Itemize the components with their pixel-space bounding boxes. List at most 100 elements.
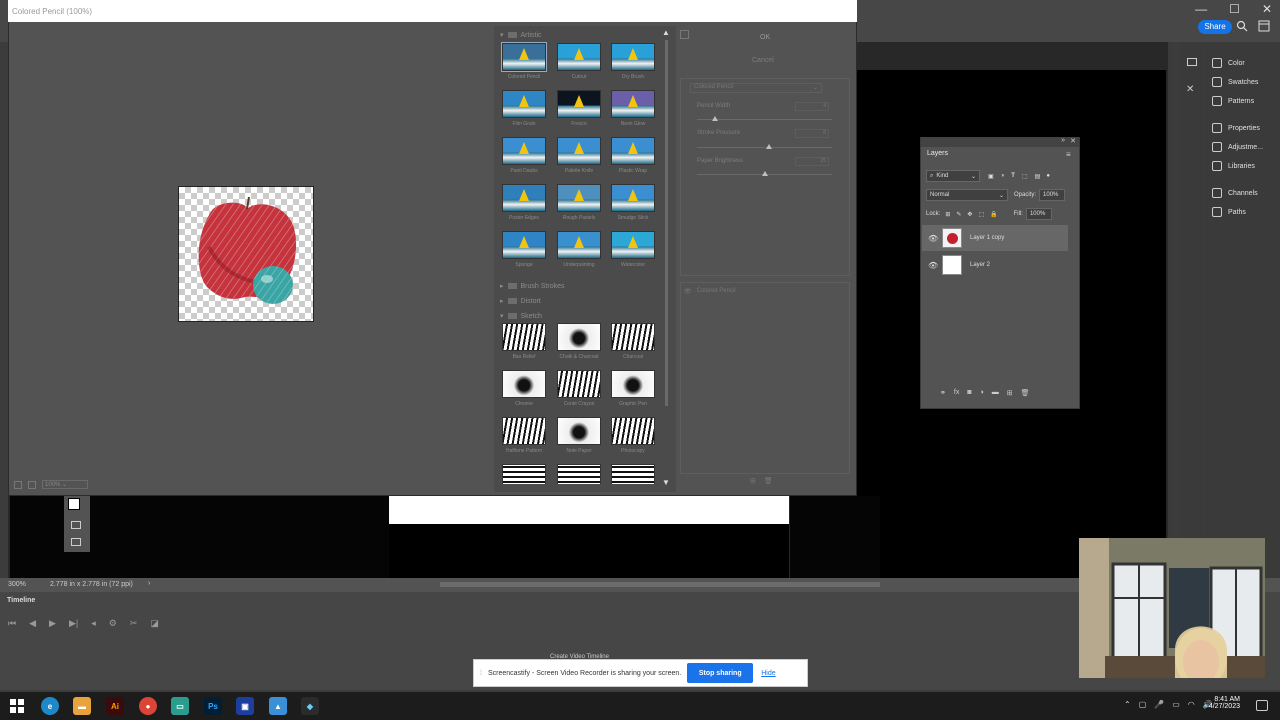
hide-link[interactable]: Hide — [761, 670, 775, 677]
lock-position-icon[interactable]: ✥ — [967, 211, 972, 218]
eye-icon[interactable]: 👁 — [928, 261, 938, 270]
stroke-pressure-field[interactable]: 8 — [795, 129, 829, 138]
panel-swatches[interactable]: Swatches — [1212, 77, 1258, 87]
camera-icon[interactable]: ▢ — [1139, 700, 1147, 709]
eye-icon[interactable]: 👁 — [684, 288, 692, 295]
filter-thumbnail[interactable]: Rough Pastels — [557, 184, 601, 226]
minimize-icon[interactable]: — — [1195, 2, 1207, 16]
filter-thumbnail[interactable]: Poster Edges — [502, 184, 546, 226]
file-explorer-icon[interactable]: ▬ — [73, 697, 91, 715]
filter-thumbnail[interactable] — [502, 464, 546, 484]
filter-thumbnail[interactable]: Smudge Stick — [611, 184, 655, 226]
filter-shape-icon[interactable]: ⬚ — [1022, 173, 1028, 180]
stroke-pressure-track[interactable] — [697, 147, 832, 148]
horizontal-scrollbar[interactable] — [440, 582, 880, 587]
maximize-icon[interactable]: ☐ — [1229, 2, 1240, 16]
fx-icon[interactable]: fx — [954, 389, 959, 397]
filter-thumbnail[interactable]: Photocopy — [611, 417, 655, 459]
edge-icon[interactable]: e — [41, 697, 59, 715]
right-scrollbar[interactable] — [1168, 42, 1172, 578]
adjustment-layer-icon[interactable]: ◑ — [980, 389, 984, 397]
panel-paths[interactable]: Paths — [1212, 207, 1246, 217]
next-frame-icon[interactable]: ▶| — [69, 618, 78, 629]
battery-icon[interactable]: ▭ — [1172, 700, 1180, 709]
search-icon[interactable] — [1236, 20, 1248, 32]
collapse-icon[interactable]: » — [1061, 137, 1065, 144]
filter-thumbnail[interactable]: Chrome — [502, 370, 546, 412]
layers-panel-header[interactable]: » ✕ — [921, 137, 1079, 147]
wifi-icon[interactable]: ◠ — [1188, 700, 1195, 709]
ok-button[interactable]: OK — [760, 34, 784, 41]
status-arrow-icon[interactable]: › — [148, 580, 150, 587]
chevron-up-icon[interactable]: ⌃ — [1124, 700, 1131, 709]
zoom-select[interactable]: 100% ⌄ — [42, 480, 88, 489]
play-icon[interactable]: ▶ — [49, 618, 56, 629]
panel-menu-icon[interactable]: ≡ — [1066, 150, 1071, 159]
blend-mode-select[interactable]: Normal ⌄ — [926, 189, 1008, 201]
collapse-gallery-button[interactable] — [680, 30, 689, 39]
delete-effect-icon[interactable]: 🗑 — [764, 477, 773, 485]
filter-select[interactable]: Colored Pencil ⌄ — [690, 83, 822, 93]
filter-thumbnail[interactable]: Film Grain — [502, 90, 546, 132]
filter-thumbnail[interactable] — [557, 464, 601, 484]
prev-frame-icon[interactable]: ◀ — [29, 618, 36, 629]
screen-mode-icon[interactable] — [71, 538, 81, 546]
new-layer-icon[interactable]: ⊞ — [1007, 389, 1013, 397]
filter-thumbnail[interactable]: Paint Daubs — [502, 137, 546, 179]
preview-canvas[interactable] — [178, 186, 314, 322]
zoom-out-button[interactable] — [14, 480, 22, 489]
panel-close-icon[interactable]: ✕ — [1070, 137, 1076, 145]
audio-icon[interactable]: ◂ — [91, 618, 96, 629]
filter-thumbnail[interactable]: Neon Glow — [611, 90, 655, 132]
filter-thumbnail[interactable]: Conté Crayon — [557, 370, 601, 412]
filter-thumbnail[interactable]: Graphic Pen — [611, 370, 655, 412]
fill-field[interactable]: 100% — [1025, 208, 1052, 220]
filter-thumbnail[interactable]: Note Paper — [557, 417, 601, 459]
panel-color[interactable]: Color — [1212, 58, 1245, 68]
filter-thumbnail[interactable]: Colored Pencil — [501, 42, 547, 85]
panel-channels[interactable]: Channels — [1212, 188, 1258, 198]
scroll-down-icon[interactable]: ▼ — [662, 478, 670, 487]
layer-row[interactable]: 👁 Layer 1 copy — [922, 225, 1068, 251]
filter-adjustment-icon[interactable]: ◑ — [1001, 173, 1005, 179]
photoshop-icon[interactable]: Ps — [204, 697, 222, 715]
filter-pixel-icon[interactable]: ▣ — [988, 173, 994, 180]
filter-type-icon[interactable]: T — [1011, 173, 1015, 179]
stop-sharing-button[interactable]: Stop sharing — [687, 663, 754, 683]
paper-brightness-knob[interactable] — [761, 171, 768, 176]
quick-mask-icon[interactable] — [71, 521, 81, 529]
panel-adjustments[interactable]: Adjustme... — [1212, 142, 1263, 152]
panel-libraries[interactable]: Libraries — [1212, 161, 1255, 171]
opacity-field[interactable]: 100% — [1039, 189, 1066, 201]
filter-thumbnail[interactable]: Underpainting — [557, 231, 601, 273]
cancel-button[interactable]: Cancel — [752, 57, 782, 64]
filter-thumbnail[interactable]: Fresco — [557, 90, 601, 132]
lock-all-icon[interactable]: 🔒 — [990, 211, 997, 218]
gallery-scrollbar[interactable] — [665, 40, 668, 406]
workspace-icon[interactable] — [1258, 20, 1270, 32]
transition-icon[interactable]: ◪ — [150, 618, 159, 629]
filter-thumbnail[interactable]: Cutout — [557, 43, 601, 85]
layer-row[interactable]: 👁 Layer 2 — [922, 252, 1068, 278]
filter-thumbnail[interactable]: Sponge — [502, 231, 546, 273]
close-icon[interactable]: ✕ — [1262, 2, 1272, 16]
panel-properties[interactable]: Properties — [1212, 123, 1260, 133]
remote-desktop-icon[interactable]: ▣ — [236, 697, 254, 715]
layers-tab[interactable]: Layers — [921, 147, 961, 161]
app-icon[interactable]: ▭ — [171, 697, 189, 715]
filter-thumbnail[interactable]: Palette Knife — [557, 137, 601, 179]
new-effect-icon[interactable]: ⊞ — [750, 477, 756, 485]
drag-handle-icon[interactable]: ⁞ — [480, 670, 482, 677]
first-frame-icon[interactable]: ⏮ — [8, 618, 16, 629]
paper-brightness-field[interactable]: 25 — [795, 157, 829, 166]
illustrator-icon[interactable]: Ai — [106, 697, 124, 715]
stroke-pressure-knob[interactable] — [766, 144, 772, 149]
filter-toggle-icon[interactable]: ● — [1046, 173, 1050, 179]
pencil-width-knob[interactable] — [711, 116, 718, 121]
kind-select[interactable]: ⌕ Kind ⌄ — [926, 170, 980, 182]
category-brush-strokes[interactable]: ▸ Brush Strokes — [500, 282, 564, 291]
scissors-icon[interactable]: ✂ — [130, 618, 138, 629]
microphone-icon[interactable]: 🎤 — [1154, 700, 1164, 709]
filter-thumbnail[interactable] — [611, 464, 655, 484]
taskbar-clock[interactable]: 8:41 AM 4/27/2023 — [1209, 696, 1240, 710]
